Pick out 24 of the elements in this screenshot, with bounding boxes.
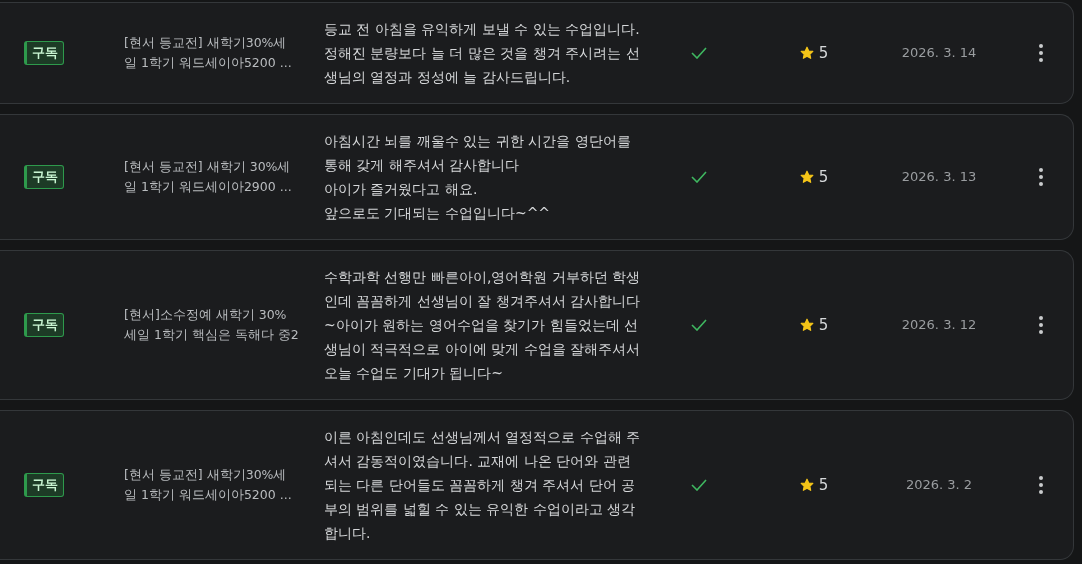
rating-value: 5 [818, 474, 829, 496]
course-title: [현서 등교전] 새학기30%세 일 1학기 워드세이아5200 ... [124, 466, 293, 504]
star-icon [799, 478, 814, 492]
subscription-badge: 구독 [24, 41, 64, 65]
rating-value: 5 [818, 314, 829, 336]
review-date: 2026. 3. 13 [901, 168, 977, 187]
course-title: [현서]소수정예 새학기 30% 세일 1학기 핵심은 독해다 중2 [124, 306, 300, 344]
review-text: 아침시간 뇌를 깨울수 있는 귀한 시간을 영단어를 통해 갖게 해주셔서 감사합니다 아이가 즐거웠다고 해요. 앞으로도 기대되는 수업입니다~^^ [324, 132, 632, 223]
rating-value: 5 [818, 166, 829, 188]
review-text: 등교 전 아침을 유익하게 보낼 수 있는 수업입니다. 정해진 분량보다 늘 더 많은 것을 챙겨 주시려는 선 생님의 열정과 정성에 늘 감사드립니다. [324, 20, 641, 87]
star-icon [799, 170, 814, 184]
review-date: 2026. 3. 2 [905, 476, 973, 495]
review-date: 2026. 3. 14 [901, 44, 977, 63]
review-text: 이른 아침인데도 선생님께서 열정적으로 수업해 주 셔서 감동적이였습니다. 교재에 나온 단어와 관련 되는 다른 단어들도 꼼꼼하게 챙겨 주셔서 단어 공 부의 범위를 넓힐 수 있는 유익한 수업이라고 생각 합니다. [324, 428, 642, 543]
star-icon [799, 46, 814, 60]
subscription-badge: 구독 [24, 165, 64, 189]
rating-value: 5 [818, 42, 829, 64]
course-title: [현서 등교전] 새학기 30%세 일 1학기 워드세이아2900 ... [124, 158, 293, 196]
review-text: 수학과학 선행만 빠른아이,영어학원 거부하던 학생 인데 꼼꼼하게 선생님이 잘 챙겨주셔서 감사합니다 ~아이가 원하는 영어수업을 찾기가 힘들었는데 선 생님이 적극적으로 아이에 맞게 수업을 잘해주셔서 오늘 수업도 기대가 됩니다~ [324, 268, 642, 383]
course-title: [현서 등교전] 새학기30%세 일 1학기 워드세이아5200 ... [124, 34, 293, 72]
subscription-badge: 구독 [24, 473, 64, 497]
review-date: 2026. 3. 12 [901, 316, 977, 335]
subscription-badge: 구독 [24, 313, 64, 337]
star-icon [799, 318, 814, 332]
